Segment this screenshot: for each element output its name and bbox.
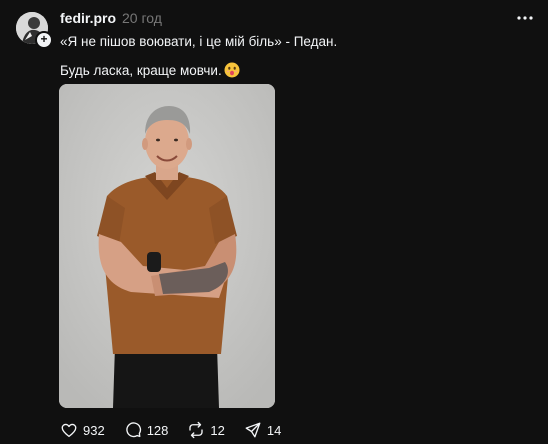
shocked-face-emoji-icon: [224, 62, 240, 78]
send-icon: [245, 422, 261, 438]
comment-icon: [125, 422, 141, 438]
post-text-line-1: «Я не пішов воювати, і це мій біль» - Пе…: [60, 34, 338, 49]
post-text-line-2-wrapper: Будь ласка, краще мовчи.: [60, 62, 240, 78]
post-timestamp[interactable]: 20 год: [122, 10, 162, 26]
heart-icon: [61, 423, 77, 438]
comment-count: 128: [146, 422, 169, 438]
action-bar: 932 128 12 14: [60, 420, 300, 440]
photo-man-brown-shirt-image: [59, 84, 275, 408]
post-header: fedir.pro 20 год: [60, 10, 162, 28]
repost-count: 12: [210, 422, 225, 438]
more-options-button[interactable]: [514, 8, 536, 28]
post-image[interactable]: [59, 84, 275, 408]
follow-badge[interactable]: +: [35, 31, 53, 49]
ellipsis-icon: [517, 16, 533, 20]
share-count: 14: [266, 422, 282, 438]
share-button[interactable]: 14: [244, 421, 281, 439]
like-button[interactable]: 932: [60, 421, 105, 439]
like-count: 932: [83, 422, 105, 438]
author-username[interactable]: fedir.pro: [60, 10, 116, 26]
repost-icon: [189, 421, 204, 439]
repost-button[interactable]: 12: [187, 421, 225, 439]
comment-button[interactable]: 128: [124, 421, 169, 439]
post-text-line-2: Будь ласка, краще мовчи.: [60, 62, 222, 78]
